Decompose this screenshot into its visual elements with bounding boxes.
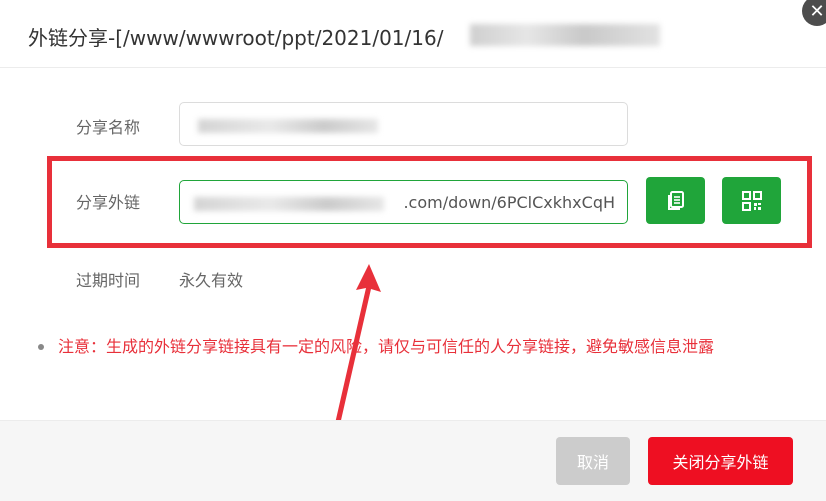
dialog-footer: 取消 关闭分享外链 bbox=[0, 420, 826, 501]
risk-notice-text: 注意：生成的外链分享链接具有一定的风险，请仅与可信任的人分享链接，避免敏感信息泄… bbox=[58, 337, 715, 356]
risk-notice: 注意：生成的外链分享链接具有一定的风险，请仅与可信任的人分享链接，避免敏感信息泄… bbox=[38, 332, 798, 362]
cancel-button[interactable]: 取消 bbox=[556, 437, 630, 485]
close-share-button[interactable]: 关闭分享外链 bbox=[648, 437, 793, 485]
share-link-dialog: 外链分享-[/www/wwwroot/ppt/2021/01/16/ ✕ 分享名… bbox=[0, 0, 826, 501]
bullet-dot bbox=[38, 344, 44, 350]
